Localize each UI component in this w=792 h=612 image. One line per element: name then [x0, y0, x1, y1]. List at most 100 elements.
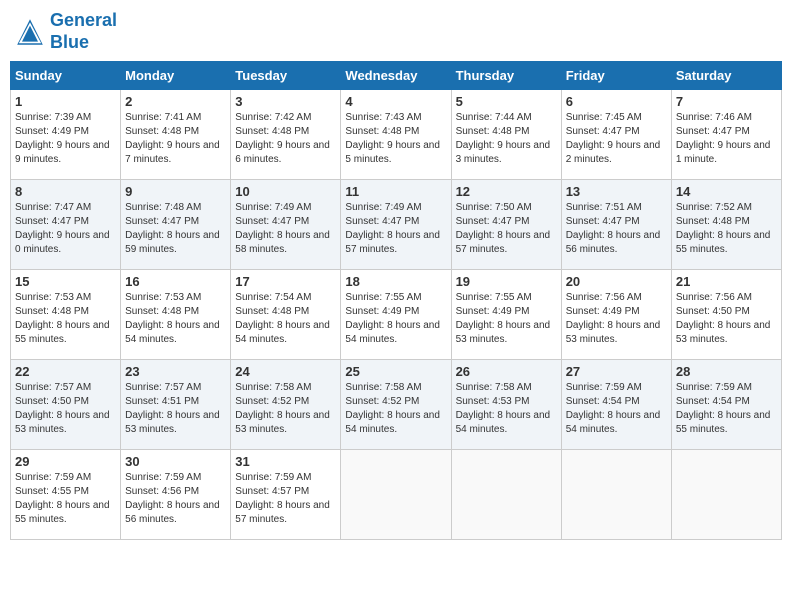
- weekday-header-row: Sunday Monday Tuesday Wednesday Thursday…: [11, 62, 782, 90]
- calendar-week-row: 1 Sunrise: 7:39 AMSunset: 4:49 PMDaylight…: [11, 90, 782, 180]
- day-info: Sunrise: 7:59 AMSunset: 4:57 PMDaylight:…: [235, 471, 336, 527]
- table-row: [341, 450, 451, 540]
- table-row: 2Sunrise: 7:41 AMSunset: 4:48 PMDaylight…: [121, 90, 231, 180]
- day-info: Sunrise: 7:58 AMSunset: 4:53 PMDaylight:…: [456, 381, 557, 437]
- day-number: 1: [15, 94, 116, 109]
- day-number: 27: [566, 364, 667, 379]
- table-row: 3Sunrise: 7:42 AMSunset: 4:48 PMDaylight…: [231, 90, 341, 180]
- day-info: Sunrise: 7:50 AMSunset: 4:47 PMDaylight:…: [456, 201, 557, 257]
- day-number: 25: [345, 364, 446, 379]
- table-row: 15 Sunrise: 7:53 AMSunset: 4:48 PMDayligh…: [11, 270, 121, 360]
- day-info: Sunrise: 7:59 AMSunset: 4:55 PMDaylight:…: [15, 471, 116, 527]
- day-number: 15: [15, 274, 116, 289]
- table-row: 21 Sunrise: 7:56 AMSunset: 4:50 PMDayligh…: [671, 270, 781, 360]
- table-row: 8 Sunrise: 7:47 AMSunset: 4:47 PMDaylight…: [11, 180, 121, 270]
- header-tuesday: Tuesday: [231, 62, 341, 90]
- header-wednesday: Wednesday: [341, 62, 451, 90]
- table-row: 18Sunrise: 7:55 AMSunset: 4:49 PMDayligh…: [341, 270, 451, 360]
- calendar-table: Sunday Monday Tuesday Wednesday Thursday…: [10, 61, 782, 540]
- day-number: 2: [125, 94, 226, 109]
- table-row: 12Sunrise: 7:50 AMSunset: 4:47 PMDayligh…: [451, 180, 561, 270]
- day-info: Sunrise: 7:51 AMSunset: 4:47 PMDaylight:…: [566, 201, 667, 257]
- header-thursday: Thursday: [451, 62, 561, 90]
- day-number: 13: [566, 184, 667, 199]
- table-row: 10Sunrise: 7:49 AMSunset: 4:47 PMDayligh…: [231, 180, 341, 270]
- table-row: 14 Sunrise: 7:52 AMSunset: 4:48 PMDayligh…: [671, 180, 781, 270]
- day-number: 7: [676, 94, 777, 109]
- day-number: 29: [15, 454, 116, 469]
- calendar-body: 1 Sunrise: 7:39 AMSunset: 4:49 PMDaylight…: [11, 90, 782, 540]
- calendar-week-row: 29 Sunrise: 7:59 AMSunset: 4:55 PMDayligh…: [11, 450, 782, 540]
- header-monday: Monday: [121, 62, 231, 90]
- table-row: 28 Sunrise: 7:59 AMSunset: 4:54 PMDayligh…: [671, 360, 781, 450]
- day-info: Sunrise: 7:52 AMSunset: 4:48 PMDaylight:…: [676, 201, 777, 257]
- day-number: 16: [125, 274, 226, 289]
- header-friday: Friday: [561, 62, 671, 90]
- day-info: Sunrise: 7:59 AMSunset: 4:56 PMDaylight:…: [125, 471, 226, 527]
- day-number: 31: [235, 454, 336, 469]
- table-row: 24 Sunrise: 7:58 AMSunset: 4:52 PMDayligh…: [231, 360, 341, 450]
- table-row: 31 Sunrise: 7:59 AMSunset: 4:57 PMDayligh…: [231, 450, 341, 540]
- day-number: 30: [125, 454, 226, 469]
- day-info: Sunrise: 7:53 AMSunset: 4:48 PMDaylight:…: [125, 291, 226, 347]
- table-row: 29 Sunrise: 7:59 AMSunset: 4:55 PMDayligh…: [11, 450, 121, 540]
- day-number: 28: [676, 364, 777, 379]
- table-row: 6 Sunrise: 7:45 AMSunset: 4:47 PMDaylight…: [561, 90, 671, 180]
- day-number: 24: [235, 364, 336, 379]
- table-row: [671, 450, 781, 540]
- calendar-week-row: 15 Sunrise: 7:53 AMSunset: 4:48 PMDayligh…: [11, 270, 782, 360]
- table-row: [451, 450, 561, 540]
- day-number: 20: [566, 274, 667, 289]
- table-row: 13 Sunrise: 7:51 AMSunset: 4:47 PMDayligh…: [561, 180, 671, 270]
- day-info: Sunrise: 7:57 AMSunset: 4:51 PMDaylight:…: [125, 381, 226, 437]
- table-row: 23 Sunrise: 7:57 AMSunset: 4:51 PMDayligh…: [121, 360, 231, 450]
- day-info: Sunrise: 7:59 AMSunset: 4:54 PMDaylight:…: [676, 381, 777, 437]
- day-info: Sunrise: 7:49 AMSunset: 4:47 PMDaylight:…: [345, 201, 446, 257]
- day-number: 22: [15, 364, 116, 379]
- day-info: Sunrise: 7:45 AMSunset: 4:47 PMDaylight:…: [566, 111, 667, 167]
- day-info: Sunrise: 7:47 AMSunset: 4:47 PMDaylight:…: [15, 201, 116, 257]
- table-row: 4Sunrise: 7:43 AMSunset: 4:48 PMDaylight…: [341, 90, 451, 180]
- day-number: 18: [345, 274, 446, 289]
- day-number: 19: [456, 274, 557, 289]
- day-number: 8: [15, 184, 116, 199]
- table-row: 1 Sunrise: 7:39 AMSunset: 4:49 PMDaylight…: [11, 90, 121, 180]
- day-number: 6: [566, 94, 667, 109]
- day-number: 4: [345, 94, 446, 109]
- day-info: Sunrise: 7:53 AMSunset: 4:48 PMDaylight:…: [15, 291, 116, 347]
- logo: General Blue: [14, 10, 117, 53]
- day-info: Sunrise: 7:57 AMSunset: 4:50 PMDaylight:…: [15, 381, 116, 437]
- day-info: Sunrise: 7:56 AMSunset: 4:50 PMDaylight:…: [676, 291, 777, 347]
- table-row: 30 Sunrise: 7:59 AMSunset: 4:56 PMDayligh…: [121, 450, 231, 540]
- day-info: Sunrise: 7:56 AMSunset: 4:49 PMDaylight:…: [566, 291, 667, 347]
- day-info: Sunrise: 7:54 AMSunset: 4:48 PMDaylight:…: [235, 291, 336, 347]
- table-row: 22 Sunrise: 7:57 AMSunset: 4:50 PMDayligh…: [11, 360, 121, 450]
- logo-icon: [14, 16, 46, 48]
- day-number: 14: [676, 184, 777, 199]
- day-info: Sunrise: 7:58 AMSunset: 4:52 PMDaylight:…: [345, 381, 446, 437]
- day-number: 9: [125, 184, 226, 199]
- day-number: 11: [345, 184, 446, 199]
- day-info: Sunrise: 7:55 AMSunset: 4:49 PMDaylight:…: [456, 291, 557, 347]
- day-info: Sunrise: 7:58 AMSunset: 4:52 PMDaylight:…: [235, 381, 336, 437]
- day-number: 21: [676, 274, 777, 289]
- day-number: 3: [235, 94, 336, 109]
- table-row: 16 Sunrise: 7:53 AMSunset: 4:48 PMDayligh…: [121, 270, 231, 360]
- header-sunday: Sunday: [11, 62, 121, 90]
- day-number: 5: [456, 94, 557, 109]
- table-row: 9 Sunrise: 7:48 AMSunset: 4:47 PMDaylight…: [121, 180, 231, 270]
- table-row: 7 Sunrise: 7:46 AMSunset: 4:47 PMDaylight…: [671, 90, 781, 180]
- table-row: 17Sunrise: 7:54 AMSunset: 4:48 PMDayligh…: [231, 270, 341, 360]
- day-info: Sunrise: 7:39 AMSunset: 4:49 PMDaylight:…: [15, 111, 116, 167]
- day-number: 10: [235, 184, 336, 199]
- day-number: 23: [125, 364, 226, 379]
- day-info: Sunrise: 7:59 AMSunset: 4:54 PMDaylight:…: [566, 381, 667, 437]
- table-row: 20 Sunrise: 7:56 AMSunset: 4:49 PMDayligh…: [561, 270, 671, 360]
- calendar-week-row: 8 Sunrise: 7:47 AMSunset: 4:47 PMDaylight…: [11, 180, 782, 270]
- table-row: 5 Sunrise: 7:44 AMSunset: 4:48 PMDaylight…: [451, 90, 561, 180]
- day-info: Sunrise: 7:48 AMSunset: 4:47 PMDaylight:…: [125, 201, 226, 257]
- day-info: Sunrise: 7:44 AMSunset: 4:48 PMDaylight:…: [456, 111, 557, 167]
- table-row: 26Sunrise: 7:58 AMSunset: 4:53 PMDayligh…: [451, 360, 561, 450]
- page-header: General Blue: [10, 10, 782, 53]
- day-info: Sunrise: 7:46 AMSunset: 4:47 PMDaylight:…: [676, 111, 777, 167]
